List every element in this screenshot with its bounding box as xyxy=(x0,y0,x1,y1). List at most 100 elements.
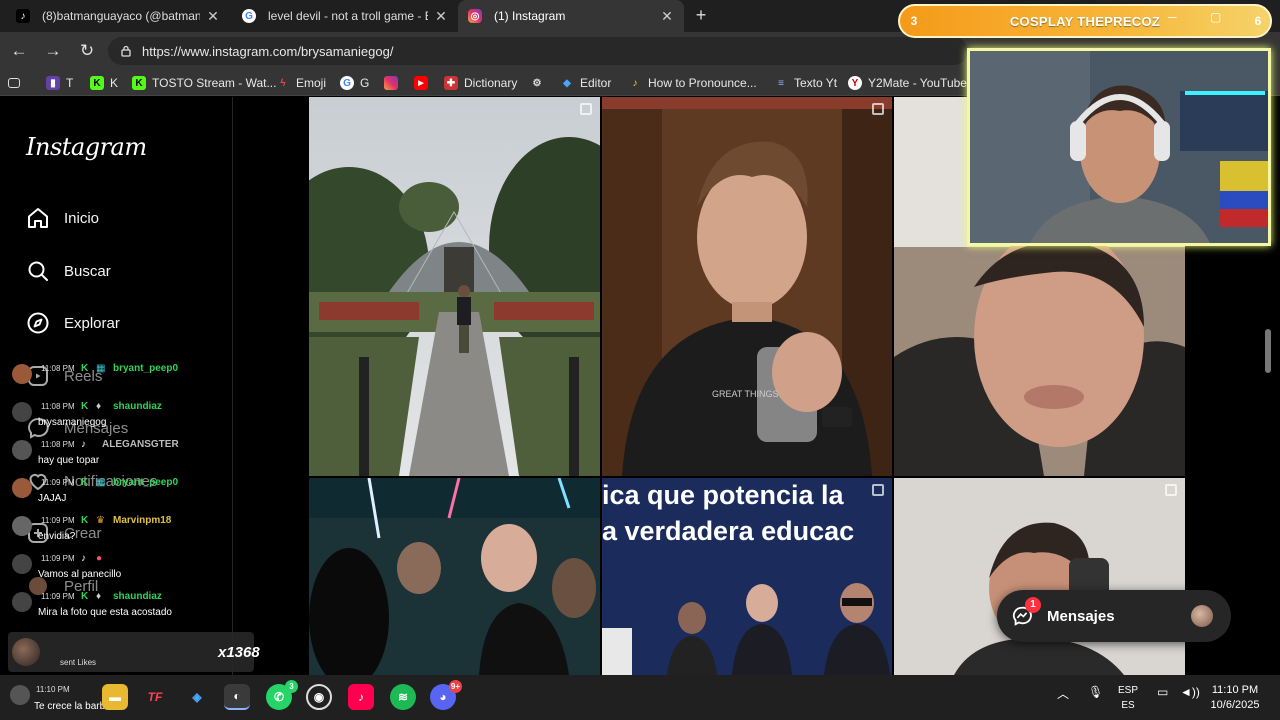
chat-message: 11:09 PM ♪ ● Vamos al panecillo xyxy=(8,548,258,584)
likes-counter-overlay: sent Likes x1368 xyxy=(8,632,260,672)
system-clock[interactable]: 11:10 PM 10/6/2025 xyxy=(1200,683,1270,713)
goal-title: COSPLAY THEPRECOZ xyxy=(1009,13,1161,29)
bookmark-tosto[interactable]: K TOSTO Stream - Wat... xyxy=(132,74,276,92)
subscriber-badge-icon: ▦ xyxy=(96,363,106,374)
messenger-icon: 1 xyxy=(1011,597,1041,627)
editor-icon: ◆ xyxy=(563,77,571,89)
post-thumbnail-4[interactable] xyxy=(309,478,600,675)
bookmark-t[interactable]: ▮ T xyxy=(46,74,73,92)
lightning-icon: ϟ xyxy=(280,77,286,89)
speaker-icon: ♪ xyxy=(632,77,638,89)
bookmark-emoji[interactable]: ϟ Emoji xyxy=(276,74,326,92)
close-icon[interactable]: ✕ xyxy=(206,8,220,25)
openai-icon: ⚙ xyxy=(532,77,542,89)
chat-username: shaundiaz xyxy=(113,591,162,602)
back-button[interactable]: ← xyxy=(8,40,30,62)
chat-text: brysamaniegog xyxy=(38,417,107,428)
minimize-button[interactable]: ─ xyxy=(1168,10,1177,24)
tab-title: (1) Instagram xyxy=(494,9,566,23)
chat-username: ALEGANSGTER xyxy=(102,439,179,450)
chat-username: Marvinpm18 xyxy=(113,515,172,526)
bookmark-openai[interactable]: ⚙ xyxy=(530,74,550,92)
url-text: https://www.instagram.com/brysamaniegog/ xyxy=(142,43,394,59)
discord-icon[interactable]: ◕ 9+ xyxy=(430,680,462,710)
subscriber-badge-icon: ▦ xyxy=(96,477,106,488)
site-info-icon[interactable] xyxy=(120,45,132,57)
instagram-icon: ◎ xyxy=(468,9,482,23)
messages-label: Mensajes xyxy=(1047,607,1115,625)
microphone-icon[interactable]: 🎙 xyxy=(1088,685,1103,699)
instagram-logo[interactable]: Instagram xyxy=(26,133,147,161)
bookmark-editor[interactable]: ◆ Editor xyxy=(560,74,611,92)
tab-tiktok[interactable]: ♪ (8)batmanguayaco (@batmangua ✕ xyxy=(6,0,230,32)
heart-badge-icon: ● xyxy=(96,553,103,564)
tab-google[interactable]: G level devil - not a troll game - Bus ✕ xyxy=(232,0,458,32)
home-icon xyxy=(28,208,48,228)
post-thumbnail-2[interactable]: GREAT THINGS xyxy=(602,97,892,476)
windows-taskbar: 11:10 PM Te crece la barba? ▬ TF ◈ ◐ ✆ 3 … xyxy=(0,675,1280,720)
tiktok-icon[interactable]: ♪ xyxy=(348,684,374,710)
webcam-image xyxy=(970,51,1268,243)
close-icon[interactable]: ✕ xyxy=(660,8,674,25)
whatsapp-icon[interactable]: ✆ 3 xyxy=(266,680,298,710)
post-thumbnail-5[interactable]: ica que potencia la a verdadera educac xyxy=(602,478,892,675)
forward-button[interactable]: → xyxy=(42,40,64,62)
nav-buscar[interactable]: Buscar xyxy=(26,256,111,286)
obs-icon[interactable]: ◉ xyxy=(306,684,332,710)
url-input[interactable]: https://www.instagram.com/brysamaniegog/ xyxy=(108,37,968,65)
stream-chat-overlay: 11:08 PM K ▦ bryant_peep0 11:08 PM K ♦ s… xyxy=(4,358,260,678)
nav-inicio[interactable]: Inicio xyxy=(26,203,99,233)
avatar xyxy=(12,440,32,460)
maximize-button[interactable]: ▢ xyxy=(1210,10,1221,24)
bookmark-y2mate[interactable]: Y Y2Mate - YouTube to xyxy=(848,74,980,92)
kick-icon: K xyxy=(81,363,89,374)
banner-line-1: ica que potencia la xyxy=(602,480,844,510)
avatar xyxy=(12,638,40,666)
search-icon xyxy=(28,261,48,281)
avatar xyxy=(1191,605,1213,627)
bookmark-k[interactable]: KK xyxy=(90,74,118,92)
language-indicator[interactable]: ESP ES xyxy=(1112,683,1144,713)
post-image xyxy=(309,478,600,675)
compass-icon xyxy=(27,312,49,334)
scrollbar-thumb[interactable] xyxy=(1265,329,1271,373)
app-diamond-icon[interactable]: ◈ xyxy=(184,684,210,710)
goal-current: 3 xyxy=(910,14,918,28)
edge-browser-icon[interactable]: ◐ xyxy=(224,684,250,710)
bookmark-instagram[interactable] xyxy=(384,74,404,92)
bookmark-youtube[interactable]: ▶ xyxy=(414,74,434,92)
file-explorer-icon[interactable]: ▬ xyxy=(102,684,128,710)
post-thumbnail-6[interactable] xyxy=(894,478,1185,675)
avatar xyxy=(12,516,32,536)
messages-drawer-button[interactable]: 1 Mensajes xyxy=(997,590,1231,642)
multi-post-icon xyxy=(872,484,884,496)
bookmark-g[interactable]: GG xyxy=(340,74,369,92)
new-tab-button[interactable]: + xyxy=(690,4,712,26)
close-icon[interactable]: ✕ xyxy=(434,8,448,25)
chat-message: 11:09 PM K ▦ bryant_peep0 JAJAJ xyxy=(8,472,258,508)
tiktok-icon: ♪ xyxy=(81,553,86,564)
nav-explorar[interactable]: Explorar xyxy=(26,308,120,338)
network-icon[interactable]: ▭ xyxy=(1157,685,1168,699)
volume-icon[interactable]: ◄)) xyxy=(1180,685,1200,699)
bookmark-pronounce[interactable]: ♪ How to Pronounce... xyxy=(628,74,757,92)
chat-text: JAJAJ xyxy=(38,493,67,504)
chat-text: Vamos al panecillo xyxy=(38,569,122,580)
tab-instagram[interactable]: ◎ (1) Instagram ✕ xyxy=(458,0,684,32)
bookmark-dictionary[interactable]: ✚ Dictionary xyxy=(444,74,517,92)
y2mate-icon: Y xyxy=(848,76,862,90)
tf-app-icon[interactable]: TF xyxy=(142,684,168,710)
multi-post-icon xyxy=(580,103,592,115)
chevron-up-icon[interactable]: ︿ xyxy=(1057,685,1069,702)
post-thumbnail-1[interactable] xyxy=(309,97,600,476)
twitch-icon: ▮ xyxy=(46,76,60,90)
reload-button[interactable]: ↻ xyxy=(76,40,98,62)
bookmark-texto-yt[interactable]: ≡ Texto Yt xyxy=(774,74,837,92)
spotify-icon[interactable]: ≋ xyxy=(390,684,416,710)
chat-message: 11:08 PM K ♦ shaundiaz brysamaniegog xyxy=(8,396,258,432)
chat-text: Mira la foto que esta acostado xyxy=(38,607,172,618)
svg-text:GREAT THINGS: GREAT THINGS xyxy=(712,389,779,399)
avatar xyxy=(12,478,32,498)
bookmarks-menu-icon[interactable] xyxy=(8,74,26,92)
crown-badge-icon: ♛ xyxy=(96,515,105,526)
